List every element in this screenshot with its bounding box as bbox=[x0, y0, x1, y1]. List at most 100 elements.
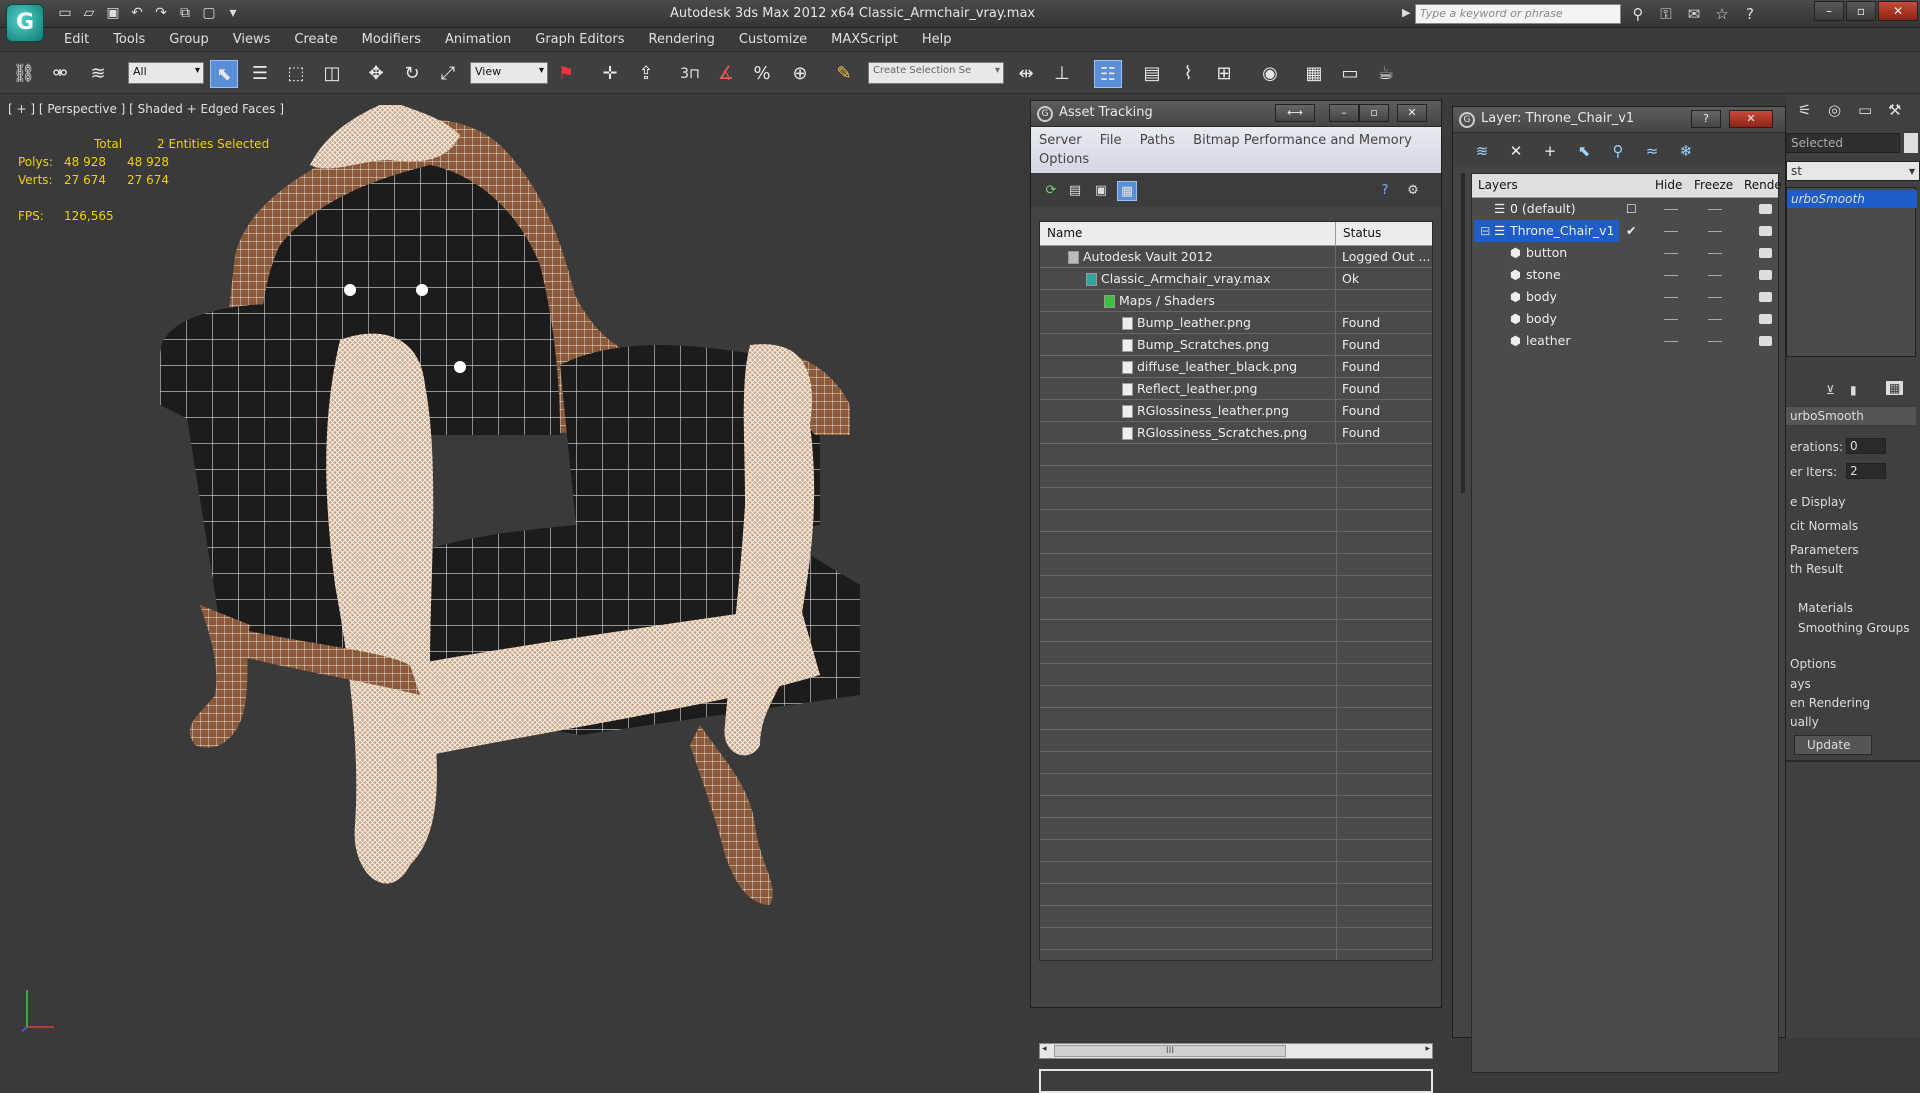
menu-rendering[interactable]: Rendering bbox=[637, 31, 727, 49]
hide-toggle[interactable] bbox=[1664, 319, 1678, 320]
project-icon[interactable]: ▢ bbox=[200, 4, 218, 22]
undo-icon[interactable]: ↶ bbox=[128, 4, 146, 22]
link-icon[interactable]: ⛓ bbox=[10, 60, 38, 88]
motion-tab-icon[interactable]: ◎ bbox=[1828, 101, 1841, 119]
menu-group[interactable]: Group bbox=[157, 31, 221, 49]
hide-toggle[interactable] bbox=[1664, 253, 1678, 254]
binoculars-icon[interactable]: ⚲ bbox=[1628, 4, 1648, 24]
favorites-star-icon[interactable]: ☆ bbox=[1712, 4, 1732, 24]
column-freeze[interactable]: Freeze bbox=[1694, 174, 1733, 196]
modifier-list-dropdown[interactable]: st ▾ bbox=[1786, 161, 1920, 181]
mirror-icon[interactable]: ⇹ bbox=[1012, 60, 1040, 88]
render-teapot-icon[interactable] bbox=[1759, 204, 1772, 214]
bind-spacewarp-icon[interactable]: ≋ bbox=[84, 60, 112, 88]
freeze-all-layers-icon[interactable]: ❄ bbox=[1675, 140, 1697, 162]
render-teapot-icon[interactable] bbox=[1759, 292, 1772, 302]
menu-customize[interactable]: Customize bbox=[727, 31, 819, 49]
named-selection-sets-dropdown[interactable]: Create Selection Se bbox=[868, 62, 1004, 84]
spinner-snap-icon[interactable]: ⊕ bbox=[786, 60, 814, 88]
new-file-icon[interactable]: ▭ bbox=[56, 4, 74, 22]
modifier-stack[interactable]: urboSmooth bbox=[1786, 187, 1917, 357]
delete-layer-icon[interactable]: ✕ bbox=[1505, 140, 1527, 162]
table-row[interactable]: Bump_leather.png Found bbox=[1040, 312, 1432, 334]
column-status[interactable]: Status bbox=[1336, 222, 1381, 245]
expand-arrow-icon[interactable]: ▶ bbox=[1402, 6, 1410, 19]
pin-stack-icon[interactable]: ⊻ bbox=[1826, 383, 1835, 397]
menu-edit[interactable]: Edit bbox=[52, 31, 101, 49]
smooth-result-checkbox[interactable]: th Result bbox=[1790, 562, 1843, 576]
column-layers[interactable]: Layers bbox=[1478, 174, 1518, 196]
freeze-toggle[interactable] bbox=[1708, 319, 1722, 320]
search-input[interactable]: Type a keyword or phrase bbox=[1415, 4, 1621, 24]
manually-radio[interactable]: ually bbox=[1790, 715, 1819, 729]
layer-row-default[interactable]: ☰ 0 (default) ☐ bbox=[1472, 198, 1778, 220]
align-icon[interactable]: ⊥ bbox=[1048, 60, 1076, 88]
render-setup-icon[interactable]: ▦ bbox=[1300, 60, 1328, 88]
table-row[interactable]: Bump_Scratches.png Found bbox=[1040, 334, 1432, 356]
modifier-stack-item[interactable]: urboSmooth bbox=[1787, 190, 1917, 208]
hide-toggle[interactable] bbox=[1664, 209, 1678, 210]
column-hide[interactable]: Hide bbox=[1655, 174, 1682, 196]
asset-tracking-titlebar[interactable]: G Asset Tracking ⟷ – ▫ ✕ bbox=[1031, 101, 1441, 127]
table-row[interactable]: Classic_Armchair_vray.max Ok bbox=[1040, 268, 1432, 290]
freeze-toggle[interactable] bbox=[1708, 297, 1722, 298]
column-name[interactable]: Name bbox=[1040, 222, 1336, 245]
scale-icon[interactable]: ⤢ bbox=[434, 60, 462, 88]
snaps-toggle-icon[interactable]: 3⊓ bbox=[676, 60, 704, 88]
select-by-name-icon[interactable]: ☰ bbox=[246, 60, 274, 88]
menu-graph-editors[interactable]: Graph Editors bbox=[523, 31, 636, 49]
table-row[interactable]: RGlossiness_Scratches.png Found bbox=[1040, 422, 1432, 444]
minimize-button[interactable]: – bbox=[1814, 1, 1844, 21]
hide-all-layers-icon[interactable]: ≈ bbox=[1641, 140, 1663, 162]
render-production-icon[interactable]: ☕ bbox=[1372, 60, 1400, 88]
layer-help-button[interactable]: ? bbox=[1691, 110, 1721, 128]
table-row[interactable]: Autodesk Vault 2012 Logged Out ... bbox=[1040, 246, 1432, 268]
table-row[interactable]: RGlossiness_leather.png Found bbox=[1040, 400, 1432, 422]
hierarchy-tab-icon[interactable]: ⚟ bbox=[1798, 101, 1811, 119]
freeze-toggle[interactable] bbox=[1708, 341, 1722, 342]
settings-icon[interactable]: ⚙ bbox=[1403, 181, 1423, 201]
pivot-center-icon[interactable]: ⚑ bbox=[552, 60, 580, 88]
help-icon[interactable]: ? bbox=[1740, 4, 1760, 24]
layer-manager-icon[interactable]: ☷ bbox=[1094, 60, 1122, 88]
dock-toggle-button[interactable]: ⟷ bbox=[1275, 104, 1315, 122]
subscription-icon[interactable]: ⚿ bbox=[1656, 4, 1676, 24]
schematic-view-icon[interactable]: ⊞ bbox=[1210, 60, 1238, 88]
menu-views[interactable]: Views bbox=[221, 31, 283, 49]
remove-modifier-icon[interactable]: ▮ bbox=[1850, 383, 1857, 397]
selection-filter-dropdown[interactable]: All bbox=[128, 62, 204, 84]
open-file-icon[interactable]: ▱ bbox=[80, 4, 98, 22]
menu-animation[interactable]: Animation bbox=[433, 31, 523, 49]
move-icon[interactable]: ✥ bbox=[362, 60, 390, 88]
menu-create[interactable]: Create bbox=[282, 31, 349, 49]
rotate-icon[interactable]: ↻ bbox=[398, 60, 426, 88]
window-crossing-icon[interactable]: ◫ bbox=[318, 60, 346, 88]
explicit-normals-checkbox[interactable]: cit Normals bbox=[1790, 519, 1858, 533]
layer-object-row[interactable]: ⬢ button bbox=[1472, 242, 1778, 264]
app-logo[interactable]: G bbox=[6, 4, 44, 42]
restore-button[interactable]: ▫ bbox=[1846, 1, 1876, 21]
smoothing-groups-radio[interactable]: Smoothing Groups bbox=[1798, 621, 1909, 635]
render-teapot-icon[interactable] bbox=[1759, 248, 1772, 258]
table-row[interactable]: diffuse_leather_black.png Found bbox=[1040, 356, 1432, 378]
hide-toggle[interactable] bbox=[1664, 341, 1678, 342]
layer-close-button[interactable]: ✕ bbox=[1729, 110, 1773, 128]
keyboard-shortcut-icon[interactable]: ⇪ bbox=[632, 60, 660, 88]
dropdown-icon[interactable]: ▾ bbox=[224, 4, 242, 22]
create-layer-icon[interactable]: ≋ bbox=[1471, 140, 1493, 162]
highlight-layer-icon[interactable]: ⚲ bbox=[1607, 140, 1629, 162]
material-editor-icon[interactable]: ◉ bbox=[1256, 60, 1284, 88]
asset-minimize-button[interactable]: – bbox=[1329, 104, 1359, 122]
hide-toggle[interactable] bbox=[1664, 275, 1678, 276]
reference-coordinate-dropdown[interactable]: View bbox=[470, 62, 548, 84]
communication-icon[interactable]: ✉ bbox=[1684, 4, 1704, 24]
list-view-icon[interactable]: ▤ bbox=[1065, 181, 1085, 201]
angle-snap-icon[interactable]: ∡ bbox=[712, 60, 740, 88]
turbosmooth-rollout-header[interactable]: urboSmooth bbox=[1786, 407, 1916, 425]
layer-object-row[interactable]: ⬢ leather bbox=[1472, 330, 1778, 352]
asset-help-icon[interactable]: ? bbox=[1375, 181, 1395, 201]
render-teapot-icon[interactable] bbox=[1759, 336, 1772, 346]
freeze-toggle[interactable] bbox=[1708, 231, 1722, 232]
asset-horizontal-scrollbar[interactable]: ◂ III ▸ bbox=[1039, 1043, 1433, 1059]
layer-manager-titlebar[interactable]: G Layer: Throne_Chair_v1 ? ✕ bbox=[1453, 107, 1785, 133]
